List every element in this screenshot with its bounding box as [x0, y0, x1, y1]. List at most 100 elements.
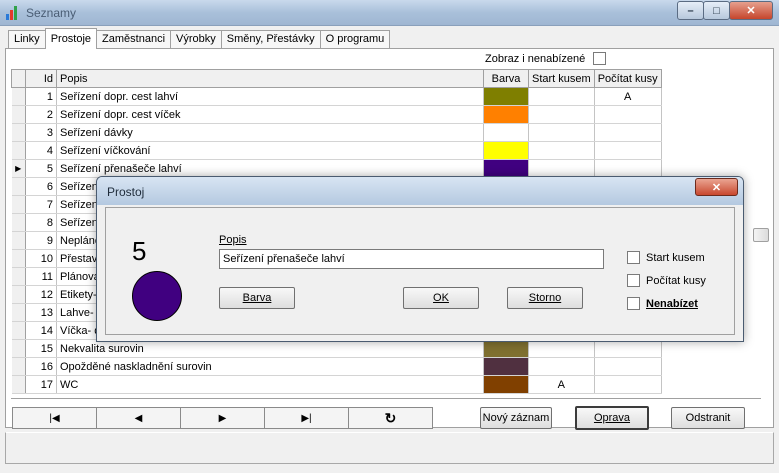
close-button[interactable]: ✕ [729, 1, 773, 20]
cell-start-kusem [528, 123, 595, 142]
color-swatch [484, 358, 528, 375]
start-kusem-label: Start kusem [646, 251, 705, 264]
window-title: Seznamy [26, 6, 77, 20]
start-kusem-checkbox[interactable] [627, 251, 640, 264]
row-indicator[interactable] [11, 339, 26, 358]
vertical-scroll-thumb[interactable] [753, 228, 769, 242]
tab-vyrobky[interactable]: Výrobky [170, 30, 222, 49]
cell-start-kusem [528, 357, 595, 376]
table-row[interactable]: 16 Opožděné naskladnění surovin [11, 357, 662, 376]
row-indicator[interactable] [11, 303, 26, 322]
row-indicator[interactable] [11, 123, 26, 142]
table-row[interactable]: ▶ 5 Seřízení přenašeče lahví [11, 159, 662, 178]
cell-barva [483, 123, 529, 142]
row-indicator[interactable] [11, 267, 26, 286]
popis-input[interactable] [219, 249, 604, 269]
grid-bottom-divider [11, 398, 761, 399]
show-unoffered-filter[interactable]: Zobraz i nenabízené [485, 52, 607, 65]
cell-barva [483, 105, 529, 124]
color-swatch [484, 124, 528, 141]
cell-barva [483, 339, 529, 358]
cell-popis: Seřízení dopr. cest lahví [56, 87, 484, 106]
maximize-button[interactable]: □ [703, 1, 730, 20]
prev-record-button[interactable]: ◀ [96, 407, 181, 429]
table-row[interactable]: 4 Seřízení víčkování [11, 141, 662, 160]
tab-o-programu[interactable]: O programu [319, 30, 391, 49]
dialog-body: 5 Popis Barva OK Storno Start kusem Počí… [105, 207, 735, 335]
header-popis[interactable]: Popis [56, 69, 484, 88]
row-indicator[interactable] [11, 375, 26, 394]
refresh-button[interactable]: ↻ [348, 407, 433, 429]
row-indicator[interactable] [11, 321, 26, 340]
edit-button[interactable]: Oprava [575, 406, 649, 430]
row-indicator[interactable] [11, 213, 26, 232]
pocitat-kusy-option[interactable]: Počítat kusy [627, 274, 706, 287]
cell-id: 11 [25, 267, 57, 286]
row-indicator[interactable] [11, 357, 26, 376]
current-row-marker[interactable]: ▶ [11, 159, 26, 178]
tab-smeny-prestavky[interactable]: Směny, Přestávky [220, 30, 321, 49]
row-indicator[interactable] [11, 87, 26, 106]
nenabizet-option[interactable]: Nenabízet [627, 297, 698, 310]
table-row[interactable]: 3 Seřízení dávky [11, 123, 662, 142]
show-unoffered-checkbox[interactable] [593, 52, 607, 65]
next-record-button[interactable]: ▶ [180, 407, 265, 429]
row-indicator[interactable] [11, 195, 26, 214]
cell-start-kusem [528, 87, 595, 106]
cell-id: 3 [25, 123, 57, 142]
row-indicator[interactable] [11, 285, 26, 304]
cell-id: 15 [25, 339, 57, 358]
dialog-close-button[interactable]: ✕ [695, 178, 738, 196]
color-swatch [484, 88, 528, 105]
cell-id: 4 [25, 141, 57, 160]
tab-prostoje[interactable]: Prostoje [44, 28, 98, 49]
header-start-kusem[interactable]: Start kusem [528, 69, 595, 88]
nenabizet-label: Nenabízet [646, 297, 698, 310]
tab-zamestnanci[interactable]: Zaměstnanci [96, 30, 172, 49]
pocitat-kusy-label: Počítat kusy [646, 274, 706, 287]
start-kusem-option[interactable]: Start kusem [627, 251, 705, 264]
row-indicator[interactable] [11, 249, 26, 268]
table-row[interactable]: 17 WC A [11, 375, 662, 394]
cell-pocitat-kusy [594, 339, 662, 358]
row-indicator[interactable] [11, 231, 26, 250]
storno-button[interactable]: Storno [507, 287, 583, 309]
cell-start-kusem [528, 339, 595, 358]
cell-id: 8 [25, 213, 57, 232]
cell-popis: Seřízení přenašeče lahví [56, 159, 484, 178]
color-swatch [484, 160, 528, 177]
cell-popis: Seřízení dopr. cest víček [56, 105, 484, 124]
pocitat-kusy-checkbox[interactable] [627, 274, 640, 287]
app-chart-icon [6, 6, 20, 20]
first-record-button[interactable]: |◀ [12, 407, 97, 429]
record-navigator: |◀ ◀ ▶ ▶| ↻ [12, 407, 433, 429]
row-indicator[interactable] [11, 177, 26, 196]
cell-id: 10 [25, 249, 57, 268]
tab-linky[interactable]: Linky [8, 30, 46, 49]
cell-id: 16 [25, 357, 57, 376]
table-row[interactable]: 15 Nekvalita surovin [11, 339, 662, 358]
header-id[interactable]: Id [25, 69, 57, 88]
delete-button[interactable]: Odstranit [671, 407, 745, 429]
cell-pocitat-kusy [594, 375, 662, 394]
table-row[interactable]: 1 Seřízení dopr. cest lahví A [11, 87, 662, 106]
header-barva[interactable]: Barva [483, 69, 529, 88]
header-pocitat-kusy[interactable]: Počítat kusy [593, 69, 662, 88]
barva-button[interactable]: Barva [219, 287, 295, 309]
table-row[interactable]: 2 Seřízení dopr. cest víček [11, 105, 662, 124]
ok-button[interactable]: OK [403, 287, 479, 309]
popis-label: Popis [219, 234, 247, 246]
cell-pocitat-kusy [594, 141, 662, 160]
cell-popis: WC [56, 375, 484, 394]
cell-pocitat-kusy [594, 105, 662, 124]
cell-popis: Opožděné naskladnění surovin [56, 357, 484, 376]
new-record-button[interactable]: Nový záznam [480, 407, 552, 429]
row-indicator[interactable] [11, 141, 26, 160]
row-indicator[interactable] [11, 105, 26, 124]
minimize-button[interactable]: – [677, 1, 704, 20]
cell-pocitat-kusy [594, 159, 662, 178]
nenabizet-checkbox[interactable] [627, 297, 640, 310]
color-swatch [484, 142, 528, 159]
last-record-button[interactable]: ▶| [264, 407, 349, 429]
cell-id: 2 [25, 105, 57, 124]
